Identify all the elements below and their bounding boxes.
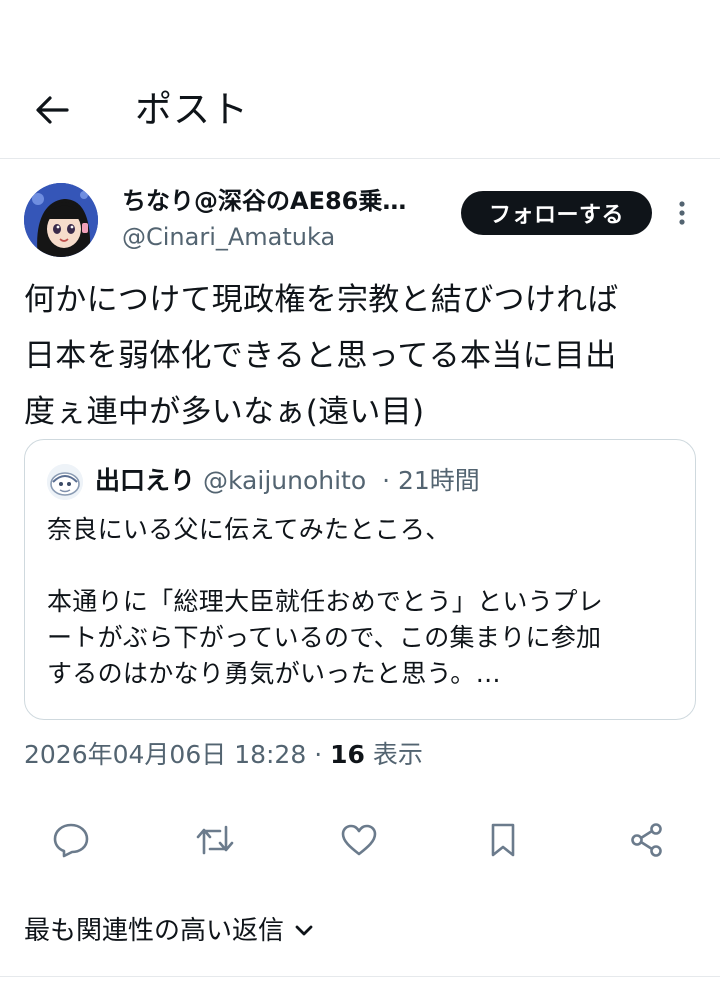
- more-options-button[interactable]: [668, 196, 696, 230]
- back-button[interactable]: [28, 86, 76, 134]
- reply-button[interactable]: [51, 820, 91, 860]
- avatar-illustration-icon: [24, 183, 98, 257]
- views-label: 表示: [372, 740, 423, 769]
- share-icon: [631, 823, 662, 857]
- views-count: 16: [330, 740, 365, 769]
- post-timestamp[interactable]: 2026年04月06日 18:28: [24, 740, 306, 769]
- quoted-post-card[interactable]: 出口えり @kaijunohito · 21時間 奈良にいる父に伝えてみたところ、…: [24, 439, 696, 720]
- quoted-author-name: 出口えり: [95, 466, 196, 495]
- reply-sort-dropdown[interactable]: 最も関連性の高い返信: [24, 911, 314, 951]
- repost-icon: [196, 825, 234, 855]
- post-text: 何かにつけて現政権を宗教と結びつければ 日本を弱体化できると思ってる本当に目出 …: [24, 272, 696, 440]
- quoted-author-handle: @kaijunohito: [203, 466, 367, 495]
- top-bar: ポスト: [0, 58, 720, 158]
- quoted-author-avatar: [47, 464, 83, 500]
- chevron-down-icon: [294, 924, 314, 938]
- quoted-post-time: · 21時間: [382, 466, 480, 495]
- section-divider: [0, 976, 720, 977]
- quoted-text-line: 本通りに「総理大臣就任おめでとう」というプレ: [47, 587, 604, 616]
- author-name[interactable]: ちなり@深谷のAE86乗…: [122, 184, 452, 218]
- post-detail-page: ポスト ちなり@深谷のAE86乗… @Cinari_Amatuka フォローする: [0, 0, 720, 987]
- like-button[interactable]: [339, 820, 379, 860]
- arrow-left-icon: [36, 96, 69, 124]
- repost-button[interactable]: [195, 820, 235, 860]
- meta-separator: ·: [314, 740, 323, 769]
- quoted-text-line: するのはかなり勇気がいったと思う。…: [47, 659, 501, 688]
- post-text-line: 日本を弱体化できると思ってる本当に目出: [24, 338, 617, 374]
- bookmark-button[interactable]: [483, 820, 523, 860]
- quoted-text-line: 奈良にいる父に伝えてみたところ、: [47, 515, 451, 544]
- author-handle[interactable]: @Cinari_Amatuka: [122, 220, 335, 254]
- like-icon: [341, 824, 377, 856]
- action-bar: [0, 810, 720, 870]
- header-divider: [0, 158, 720, 159]
- reply-sort-label: 最も関連性の高い返信: [24, 916, 285, 946]
- more-vertical-icon: [679, 201, 685, 225]
- page-title: ポスト: [135, 88, 249, 131]
- share-button[interactable]: [627, 820, 667, 860]
- quoted-post-header: 出口えり @kaijunohito · 21時間: [95, 462, 480, 500]
- quoted-avatar-illustration-icon: [47, 464, 83, 500]
- quoted-text-line: ートがぶら下がっているので、この集まりに参加: [47, 623, 602, 652]
- post-meta: 2026年04月06日 18:28 · 16 表示: [24, 737, 423, 773]
- post-text-line: 度ぇ連中が多いなぁ(遠い目): [24, 394, 425, 430]
- reply-icon: [53, 823, 89, 858]
- follow-button[interactable]: フォローする: [461, 191, 652, 235]
- author-avatar[interactable]: [24, 183, 98, 257]
- bookmark-icon: [491, 823, 515, 857]
- post-text-line: 何かにつけて現政権を宗教と結びつければ: [24, 282, 619, 318]
- quoted-post-text: 奈良にいる父に伝えてみたところ、 本通りに「総理大臣就任おめでとう」というプレ …: [47, 512, 677, 692]
